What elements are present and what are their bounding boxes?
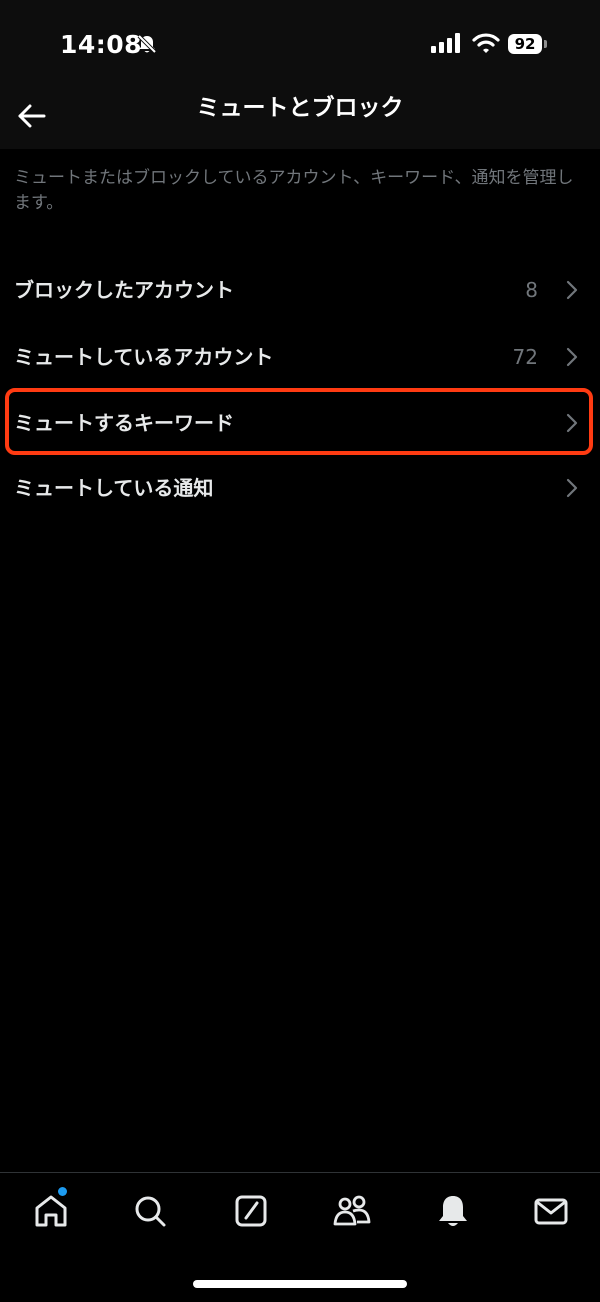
highlight-box (5, 388, 593, 455)
page-title: ミュートとブロック (196, 95, 404, 121)
menu-item-count: 72 (512, 345, 538, 369)
chevron-right-icon (566, 280, 578, 300)
battery-icon: 92 (508, 34, 542, 54)
tab-communities[interactable] (332, 1191, 372, 1231)
search-icon (135, 1196, 166, 1227)
wifi-icon (472, 33, 500, 53)
home-indicator[interactable] (193, 1280, 407, 1288)
compose-icon (235, 1195, 267, 1227)
menu-item-count: 8 (525, 278, 538, 302)
menu-item-muted-accounts[interactable]: ミュートしているアカウント 72 (0, 325, 600, 389)
page-description: ミュートまたはブロックしているアカウント、キーワード、通知を管理します。 (14, 168, 574, 213)
signal-icon (431, 33, 460, 53)
tab-search[interactable] (130, 1191, 170, 1231)
battery-tip (544, 40, 547, 48)
tab-home[interactable] (31, 1191, 71, 1231)
menu-item-label: ブロックしたアカウント (14, 278, 234, 302)
tab-compose[interactable] (231, 1191, 271, 1231)
menu-item-blocked-accounts[interactable]: ブロックしたアカウント 8 (0, 258, 600, 322)
chevron-right-icon (566, 347, 578, 367)
home-notification-dot (58, 1187, 67, 1196)
chevron-right-icon (566, 478, 578, 498)
tab-notifications[interactable] (433, 1191, 473, 1231)
home-icon (35, 1195, 67, 1227)
menu-item-label: ミュートしている通知 (14, 476, 214, 500)
menu-item-muted-notifications[interactable]: ミュートしている通知 (0, 456, 600, 520)
status-bar: 14:08 92 (0, 0, 600, 90)
notifications-icon (439, 1196, 467, 1226)
messages-icon (534, 1198, 568, 1225)
status-time: 14:08 (60, 30, 143, 59)
communities-icon (333, 1195, 371, 1226)
tab-messages[interactable] (531, 1191, 571, 1231)
menu-item-label: ミュートしているアカウント (14, 345, 274, 369)
bell-off-icon (137, 34, 157, 54)
